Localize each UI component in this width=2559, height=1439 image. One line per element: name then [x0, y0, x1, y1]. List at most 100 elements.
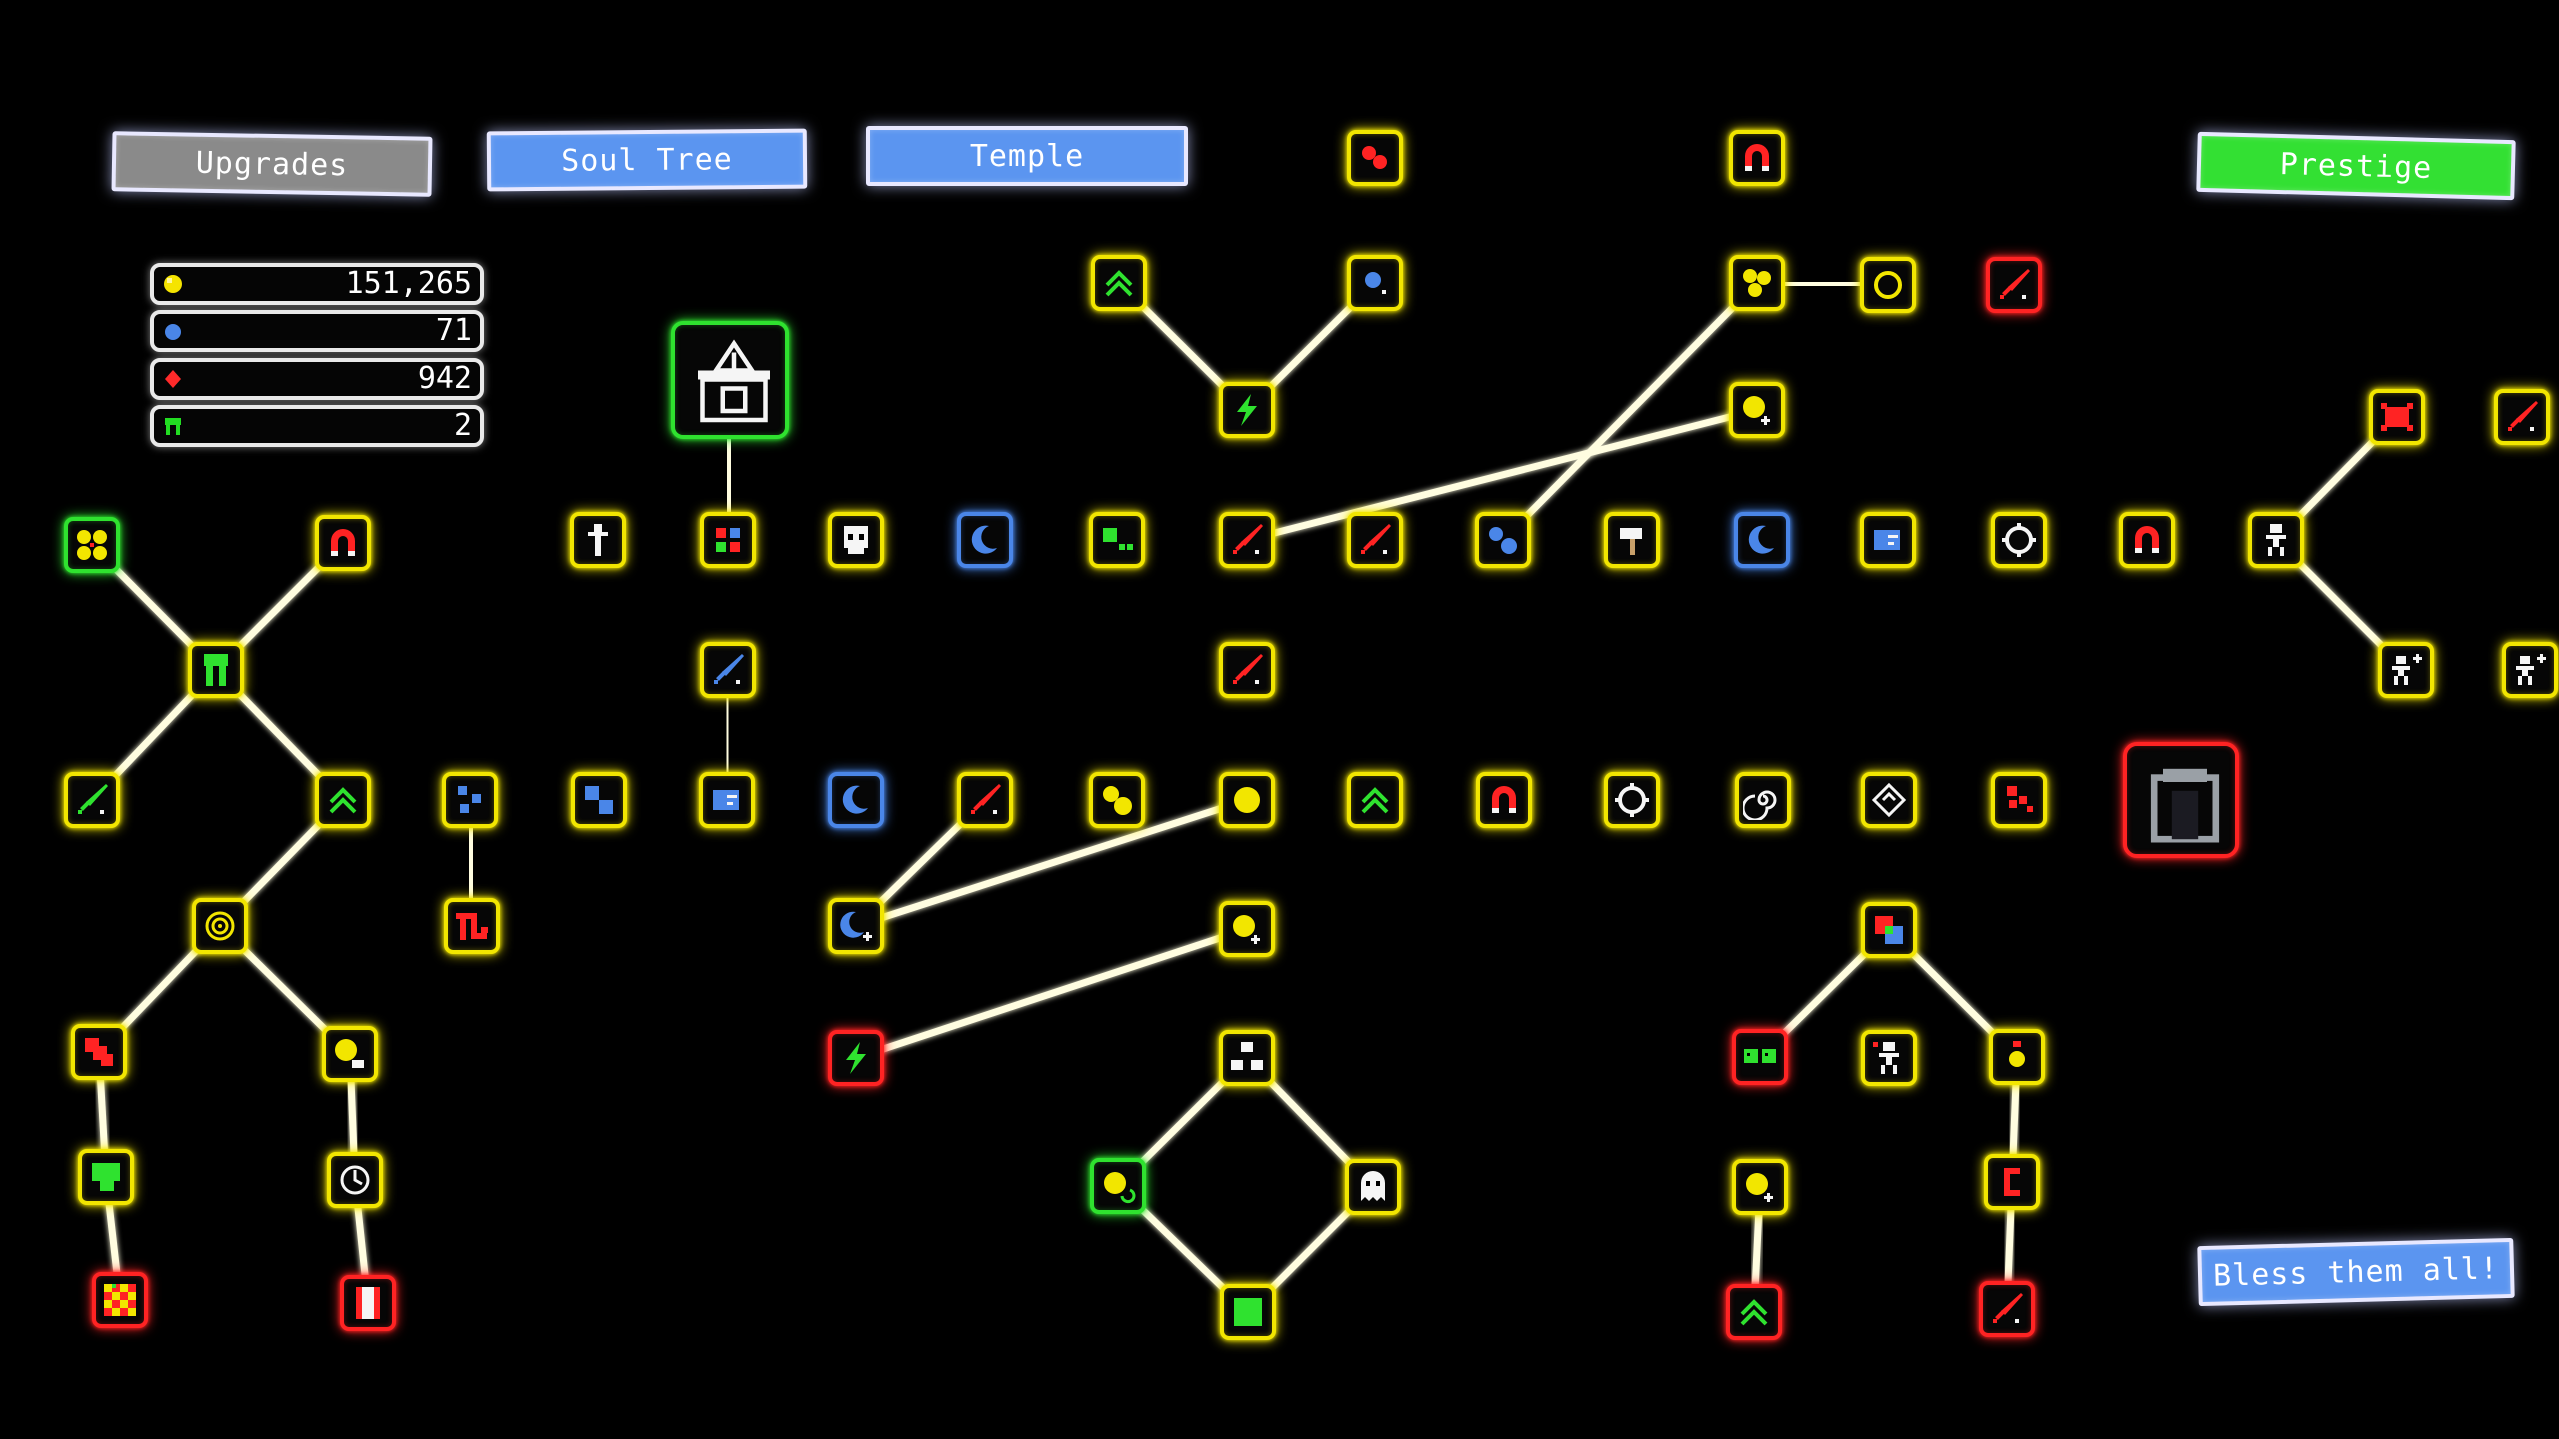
triple-dot-icon	[1737, 263, 1777, 303]
skill-node-n70[interactable]	[1220, 1284, 1276, 1340]
skill-node-n18[interactable]	[2248, 512, 2304, 568]
skill-node-n34[interactable]	[64, 772, 120, 828]
skill-node-n15[interactable]	[1860, 512, 1916, 568]
skill-node-n35[interactable]	[315, 772, 371, 828]
skill-node-n41[interactable]	[1089, 772, 1145, 828]
skill-node-n8[interactable]	[1219, 382, 1275, 438]
skill-node-n29[interactable]	[700, 642, 756, 698]
skill-node-n12[interactable]	[1475, 512, 1531, 568]
skill-node-n25[interactable]	[700, 512, 756, 568]
skill-node-n33[interactable]	[188, 642, 244, 698]
skill-node-n51[interactable]	[444, 898, 500, 954]
color-grid-icon	[708, 520, 748, 560]
totem-icon	[578, 520, 618, 560]
coin-plus-icon	[1737, 390, 1777, 430]
blue-blocks-icon	[579, 780, 619, 820]
skill-node-n4[interactable]	[1347, 255, 1403, 311]
skill-node-n54[interactable]	[1219, 901, 1275, 957]
skill-node-n16[interactable]	[1991, 512, 2047, 568]
coin-icon	[164, 275, 182, 293]
skill-node-n49[interactable]	[2123, 742, 2239, 858]
skill-node-n55[interactable]	[1219, 1030, 1275, 1086]
skill-node-n11[interactable]	[1347, 512, 1403, 568]
magnet-icon	[1737, 138, 1777, 178]
blue-moon-icon	[836, 780, 876, 820]
red-sword-icon	[2502, 397, 2542, 437]
skill-node-n71[interactable]	[1726, 1284, 1782, 1340]
skill-node-n28[interactable]	[1089, 512, 1145, 568]
tab-temple[interactable]: Temple	[866, 126, 1188, 186]
skill-node-n17[interactable]	[2119, 512, 2175, 568]
resource-gems: 942	[150, 358, 484, 400]
walker-plus-icon	[2386, 650, 2426, 690]
skill-node-n66[interactable]	[1345, 1159, 1401, 1215]
prestige-button[interactable]: Prestige	[2196, 131, 2516, 201]
skill-node-n47[interactable]	[1861, 772, 1917, 828]
skill-node-n23[interactable]	[570, 512, 626, 568]
skill-node-n13[interactable]	[1604, 512, 1660, 568]
skill-node-n31[interactable]	[64, 517, 120, 573]
skill-node-n50[interactable]	[192, 898, 248, 954]
skill-node-n6[interactable]	[1860, 257, 1916, 313]
blue-moon-plus-icon	[836, 906, 876, 946]
skill-node-n72[interactable]	[1979, 1281, 2035, 1337]
skill-node-n57[interactable]	[71, 1024, 127, 1080]
skill-node-n19[interactable]	[2369, 389, 2425, 445]
skill-node-n42[interactable]	[1219, 772, 1275, 828]
target-icon	[200, 906, 240, 946]
skill-node-n67[interactable]	[1732, 1159, 1788, 1215]
skill-node-n38[interactable]	[699, 772, 755, 828]
skill-node-n48[interactable]	[1991, 772, 2047, 828]
skill-node-n68[interactable]	[92, 1272, 148, 1328]
skill-node-n2[interactable]	[1729, 130, 1785, 186]
skill-node-n20[interactable]	[2494, 389, 2550, 445]
skill-node-n62[interactable]	[1989, 1029, 2045, 1085]
skill-node-n56[interactable]	[1861, 902, 1917, 958]
skill-node-n1[interactable]	[1347, 130, 1403, 186]
skill-node-n21[interactable]	[2378, 642, 2434, 698]
skill-node-n53[interactable]	[828, 1030, 884, 1086]
skill-node-n40[interactable]	[957, 772, 1013, 828]
red-bar-icon	[348, 1283, 388, 1323]
skill-node-n64[interactable]	[327, 1152, 383, 1208]
skill-node-n24[interactable]	[671, 321, 789, 439]
skill-node-n27[interactable]	[957, 512, 1013, 568]
tab-upgrades[interactable]: Upgrades	[111, 131, 433, 197]
skill-node-n22[interactable]	[2502, 642, 2558, 698]
blue-sword-icon	[708, 650, 748, 690]
skill-node-n32[interactable]	[315, 515, 371, 571]
skill-node-n60[interactable]	[1732, 1029, 1788, 1085]
skill-node-n39[interactable]	[828, 772, 884, 828]
skill-node-n7[interactable]	[1986, 257, 2042, 313]
skill-node-n65[interactable]	[1090, 1158, 1146, 1214]
gear-ring-icon	[1999, 520, 2039, 560]
skill-node-n63[interactable]	[1984, 1154, 2040, 1210]
skill-node-n14[interactable]	[1734, 512, 1790, 568]
tab-soul-tree[interactable]: Soul Tree	[486, 128, 808, 192]
skill-node-n9[interactable]	[1729, 382, 1785, 438]
skill-node-n44[interactable]	[1476, 772, 1532, 828]
skill-node-n3[interactable]	[1091, 255, 1147, 311]
skill-node-n5[interactable]	[1729, 255, 1785, 311]
bless-them-all-button[interactable]: Bless them all!	[2197, 1237, 2515, 1307]
skill-node-n45[interactable]	[1604, 772, 1660, 828]
skill-node-n58[interactable]	[322, 1026, 378, 1082]
lightning-icon	[836, 1038, 876, 1078]
skill-node-n69[interactable]	[340, 1275, 396, 1331]
skill-node-n46[interactable]	[1735, 772, 1791, 828]
chevron-up-icon	[323, 780, 363, 820]
skill-node-n37[interactable]	[571, 772, 627, 828]
checker-icon	[100, 1280, 140, 1320]
skill-node-n59[interactable]	[78, 1149, 134, 1205]
skill-node-n43[interactable]	[1347, 772, 1403, 828]
portal-icon	[2141, 760, 2229, 848]
skill-node-n30[interactable]	[1219, 642, 1275, 698]
skill-node-n52[interactable]	[828, 898, 884, 954]
skill-node-n26[interactable]	[828, 512, 884, 568]
skill-node-n10[interactable]	[1219, 512, 1275, 568]
skill-node-n61[interactable]	[1861, 1030, 1917, 1086]
skull-icon	[836, 520, 876, 560]
resource-souls: 71	[150, 310, 484, 352]
ghost-icon	[1353, 1167, 1393, 1207]
skill-node-n36[interactable]	[442, 772, 498, 828]
